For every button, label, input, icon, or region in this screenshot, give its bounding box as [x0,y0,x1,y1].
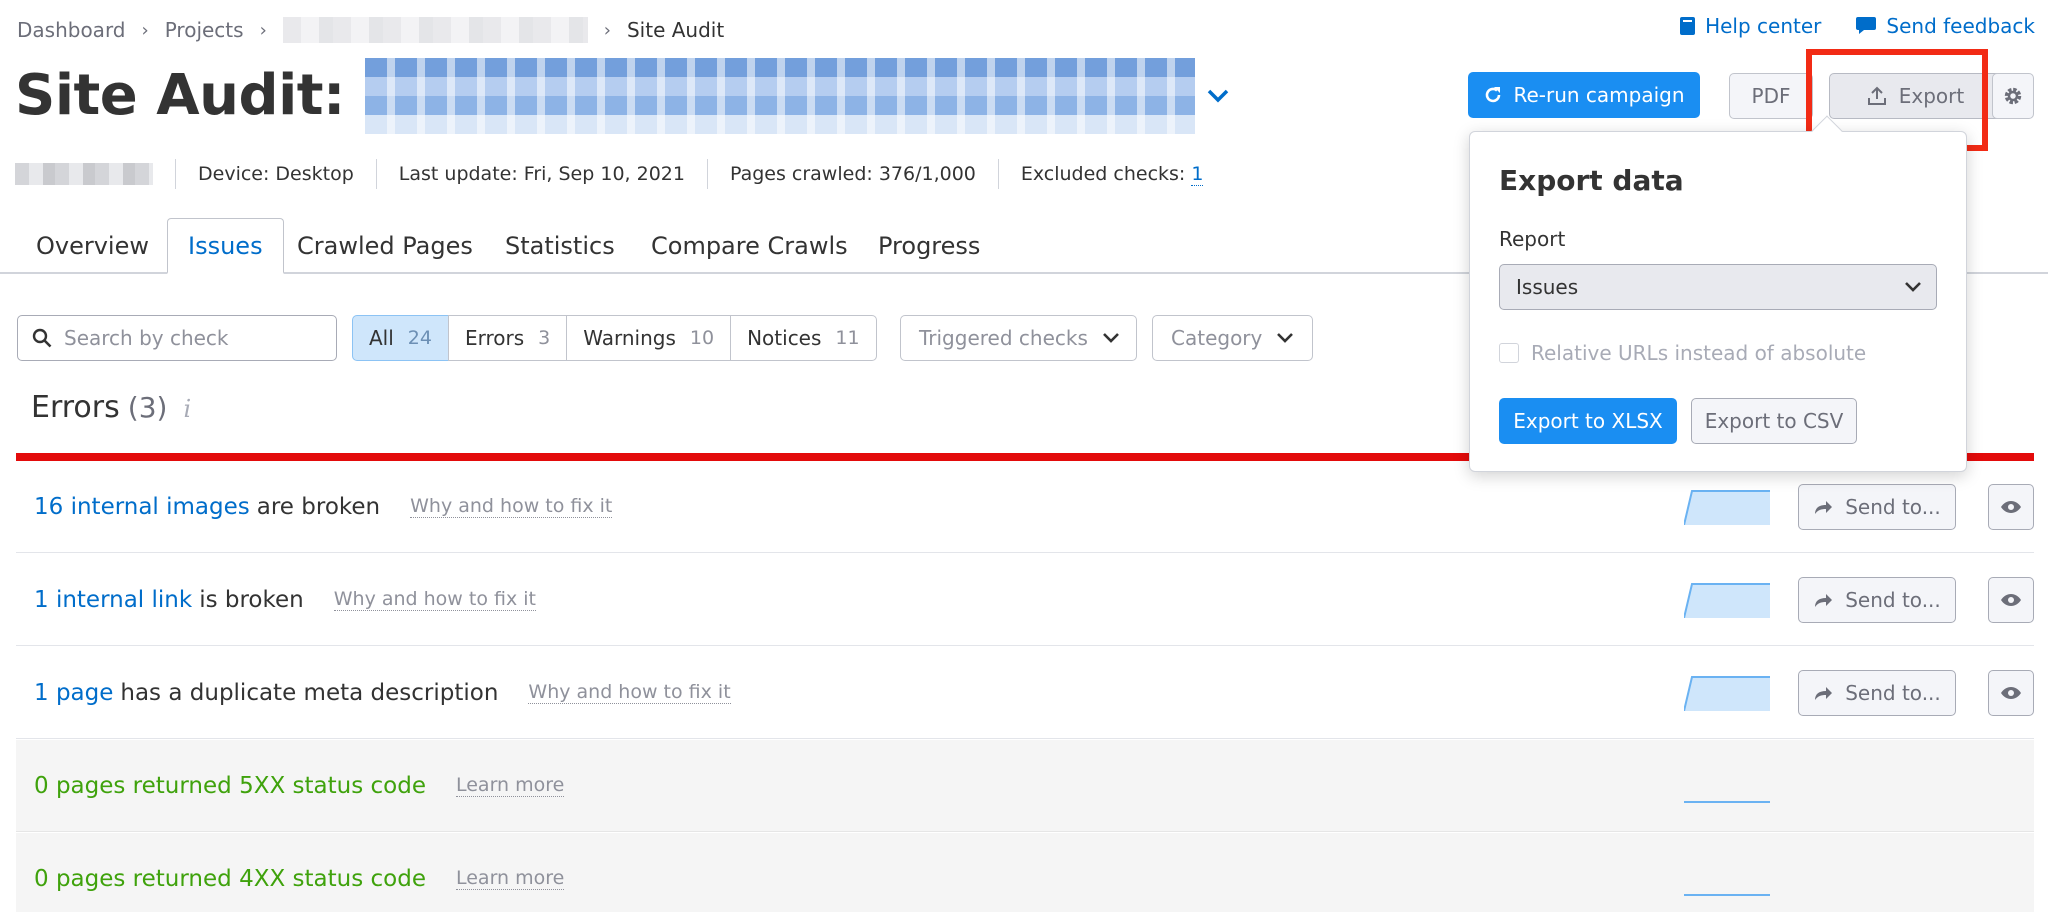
checkbox[interactable] [1499,343,1519,363]
eye-button[interactable] [1988,484,2034,530]
chevron-right-icon: › [141,19,149,41]
report-select[interactable]: Issues [1499,264,1937,310]
gear-icon [2004,87,2022,105]
why-how-fix-link[interactable]: Why and how to fix it [333,588,536,611]
report-label: Report [1499,227,1566,251]
export-csv-button[interactable]: Export to CSV [1691,398,1857,444]
eye-icon [2001,501,2021,513]
chevron-down-icon[interactable] [1205,83,1231,109]
audit-info-row: Device: Desktop Last update: Fri, Sep 10… [15,159,1204,189]
chevron-down-icon [1102,333,1119,343]
export-xlsx-button[interactable]: Export to XLSX [1499,398,1677,444]
trend-sparkline [1684,583,1770,618]
page-title-text: Site Audit: [15,63,345,128]
issue-row: 1 page has a duplicate meta description … [16,647,2034,739]
why-how-fix-link[interactable]: Why and how to fix it [528,681,731,704]
tab-issues[interactable]: Issues [167,218,284,274]
eye-icon [2001,594,2021,606]
rerun-campaign-button[interactable]: Re-run campaign [1468,72,1700,118]
pdf-button[interactable]: PDF [1729,73,1813,119]
triggered-checks-dropdown[interactable]: Triggered checks [900,315,1137,361]
search-icon [32,328,52,348]
send-feedback-link[interactable]: Send feedback [1855,14,2035,38]
chevron-right-icon: › [259,19,267,41]
trend-sparkline [1684,894,1770,896]
share-arrow-icon [1815,594,1833,607]
filter-warnings[interactable]: Warnings 10 [566,315,732,361]
chevron-down-icon [1277,333,1294,343]
passed-check-row: 0 pages returned 4XX status code Learn m… [16,833,2034,912]
tab-crawled-pages[interactable]: Crawled Pages [277,218,493,274]
breadcrumb: Dashboard › Projects › › Site Audit [17,16,724,44]
popover-title: Export data [1499,164,1684,197]
eye-icon [2001,687,2021,699]
book-icon [1680,17,1696,35]
passed-check-text: 0 pages returned 5XX status code [34,772,426,799]
pages-crawled-info: Pages crawled: 376/1,000 [729,163,976,185]
passed-check-text: 0 pages returned 4XX status code [34,865,426,892]
passed-check-row: 0 pages returned 5XX status code Learn m… [16,740,2034,832]
filter-all[interactable]: All 24 [352,315,449,361]
trend-sparkline [1684,801,1770,803]
tab-statistics[interactable]: Statistics [485,218,635,274]
breadcrumb-current: Site Audit [626,18,725,42]
last-update-info: Last update: Fri, Sep 10, 2021 [398,163,685,185]
category-dropdown[interactable]: Category [1152,315,1313,361]
project-name-redacted [364,58,1195,134]
excluded-checks-link[interactable]: 1 [1191,163,1204,186]
learn-more-link[interactable]: Learn more [455,774,565,797]
device-info: Device: Desktop [198,163,354,185]
send-to-button[interactable]: Send to... [1798,484,1956,530]
tab-progress[interactable]: Progress [858,218,1000,274]
issue-link[interactable]: 16 internal images [34,494,250,520]
breadcrumb-dashboard[interactable]: Dashboard [17,18,126,42]
share-arrow-icon [1815,501,1833,514]
settings-button[interactable] [1992,73,2034,119]
help-center-link[interactable]: Help center [1679,14,1821,38]
top-links: Help center Send feedback [1679,14,2035,38]
trend-sparkline [1684,490,1770,525]
filter-notices[interactable]: Notices 11 [730,315,877,361]
chevron-right-icon: › [603,19,611,41]
export-data-popover: Export data Report Issues Relative URLs … [1469,115,1967,472]
issue-type-filter: All 24 Errors 3 Warnings 10 Notices 11 [352,315,877,361]
trend-sparkline [1684,676,1770,711]
tab-compare-crawls[interactable]: Compare Crawls [631,218,868,274]
send-to-button[interactable]: Send to... [1798,670,1956,716]
refresh-icon [1486,87,1501,103]
issue-link[interactable]: 1 internal link [34,587,192,613]
search-input[interactable]: Search by check [17,315,337,361]
why-how-fix-link[interactable]: Why and how to fix it [410,495,613,518]
errors-section-heading: Errors (3) i [31,390,192,425]
page-title: Site Audit: [15,58,1231,134]
chevron-down-icon [1905,282,1921,292]
breadcrumb-project-redacted[interactable] [282,17,588,43]
eye-button[interactable] [1988,577,2034,623]
info-icon[interactable]: i [183,395,191,423]
issue-row: 16 internal images are broken Why and ho… [16,461,2034,553]
breadcrumb-projects[interactable]: Projects [165,18,244,42]
filter-errors[interactable]: Errors 3 [447,315,568,361]
share-arrow-icon [1815,687,1833,700]
issue-link[interactable]: 1 page [34,680,113,706]
eye-button[interactable] [1988,670,2034,716]
excluded-checks-label: Excluded checks: [1020,163,1186,185]
search-placeholder: Search by check [64,326,229,350]
tab-overview[interactable]: Overview [16,218,169,274]
speech-bubble-icon [1856,17,1877,34]
domain-redacted [15,163,153,185]
learn-more-link[interactable]: Learn more [455,867,565,890]
send-to-button[interactable]: Send to... [1798,577,1956,623]
issue-row: 1 internal link is broken Why and how to… [16,554,2034,646]
relative-urls-checkbox[interactable]: Relative URLs instead of absolute [1499,341,1866,365]
